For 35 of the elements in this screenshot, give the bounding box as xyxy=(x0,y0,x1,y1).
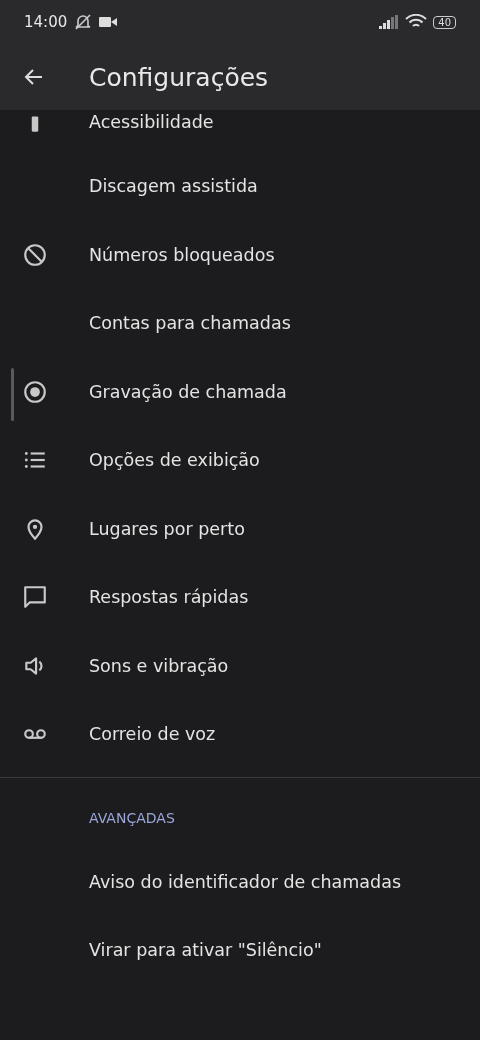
muted-bell-icon xyxy=(73,14,94,30)
settings-item[interactable]: Acessibilidade xyxy=(0,110,480,152)
settings-item[interactable]: Discagem assistida xyxy=(0,152,480,221)
settings-item[interactable]: Respostas rápidas xyxy=(0,563,480,632)
record-icon xyxy=(22,378,48,405)
settings-item[interactable]: Números bloqueados xyxy=(0,220,480,289)
item-label: Opções de exibição xyxy=(89,450,260,471)
settings-item[interactable]: Aviso do identificador de chamadas xyxy=(0,847,480,916)
item-label: Lugares por perto xyxy=(89,518,245,539)
settings-item[interactable]: Virar para ativar "Silêncio" xyxy=(0,916,480,985)
item-label: Aviso do identificador de chamadas xyxy=(89,871,402,892)
settings-item[interactable]: Sons e vibração xyxy=(0,631,480,700)
settings-item[interactable]: Gravação de chamada xyxy=(0,357,480,426)
item-label: Números bloqueados xyxy=(89,244,275,265)
chat-bubble-icon xyxy=(22,584,48,611)
item-label: Virar para ativar "Silêncio" xyxy=(89,940,322,961)
battery-level: 40 xyxy=(433,15,456,29)
item-label: Acessibilidade xyxy=(89,112,214,132)
section-header: AVANÇADAS xyxy=(89,809,176,826)
item-label: Respostas rápidas xyxy=(89,587,249,608)
screen-title: Configurações xyxy=(89,62,269,92)
settings-item[interactable]: Correio de voz xyxy=(0,700,480,769)
item-label: Gravação de chamada xyxy=(89,381,287,402)
settings-item[interactable]: Lugares por perto xyxy=(0,494,480,563)
settings-item[interactable]: Contas para chamadas xyxy=(0,289,480,358)
video-camera-icon xyxy=(99,16,118,28)
settings-item[interactable]: Opções de exibição xyxy=(0,426,480,495)
item-label: Correio de voz xyxy=(89,724,216,745)
scroll-indicator xyxy=(11,368,14,421)
signal-icon xyxy=(379,15,400,29)
item-label: Discagem assistida xyxy=(89,176,258,197)
item-label: Sons e vibração xyxy=(89,655,229,676)
item-label: Contas para chamadas xyxy=(89,313,291,334)
block-icon xyxy=(22,241,48,268)
status-time: 14:00 xyxy=(24,13,68,31)
